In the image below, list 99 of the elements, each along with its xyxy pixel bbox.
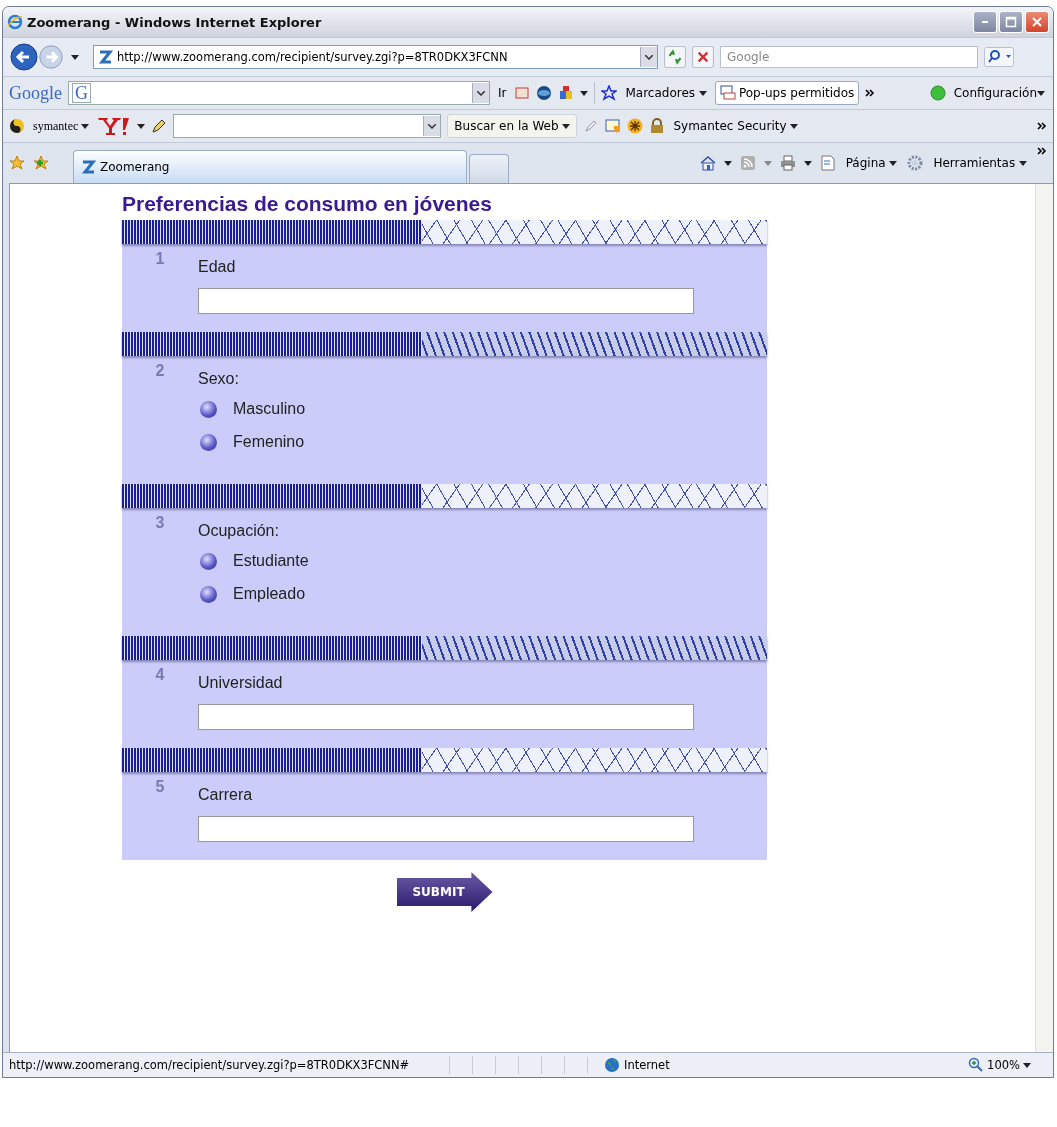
bug-icon[interactable] <box>627 118 644 134</box>
survey-title: Preferencias de consumo en jóvenes <box>122 192 493 216</box>
home-icon[interactable] <box>699 155 716 171</box>
caret-icon[interactable] <box>81 124 90 130</box>
pencil-icon[interactable] <box>151 118 168 134</box>
caret-icon[interactable] <box>889 161 898 166</box>
lock-icon <box>649 118 666 134</box>
symantec-security-menu[interactable]: Symantec Security <box>671 119 801 133</box>
dropdown-button[interactable] <box>472 83 489 103</box>
close-icon <box>1031 16 1043 28</box>
window-title: Zoomerang - Windows Internet Explorer <box>27 14 322 30</box>
page-icon[interactable] <box>819 155 836 171</box>
refresh-button[interactable] <box>664 46 686 68</box>
minimize-icon <box>982 21 988 23</box>
search-field[interactable]: Google <box>720 46 978 68</box>
favorites-star-icon[interactable] <box>9 155 25 171</box>
option-label[interactable]: Masculino <box>233 400 306 418</box>
star-icon <box>601 85 618 101</box>
status-url: http://www.zoomerang.com/recipient/survey.zgi?p=8TR0DKX3FCNN# <box>8 1058 411 1072</box>
radio-button[interactable] <box>200 400 217 418</box>
caret-icon[interactable] <box>723 160 732 166</box>
question-number: 3 <box>155 514 165 533</box>
globe-icon <box>604 1057 620 1073</box>
question-number: 1 <box>155 250 165 269</box>
go-button[interactable]: Ir <box>496 86 509 100</box>
submit-button[interactable]: SUBMIT <box>396 872 493 912</box>
settings-menu[interactable]: Configuración <box>951 86 1047 100</box>
question-label: Ocupación: <box>198 522 280 540</box>
browser-logo-icon <box>7 14 23 30</box>
puzzle-icon[interactable] <box>558 85 575 101</box>
browser-tab[interactable]: Zoomerang <box>73 150 467 183</box>
scrollbar[interactable] <box>1035 184 1053 1052</box>
maximize-button[interactable] <box>999 11 1023 33</box>
answer-field[interactable] <box>198 288 694 314</box>
web-search-button[interactable]: Buscar en la Web <box>447 114 578 138</box>
symantec-menu[interactable]: symantec <box>31 118 92 134</box>
yahoo-logo-icon[interactable] <box>97 116 132 136</box>
caret-icon[interactable] <box>137 123 146 129</box>
radio-button[interactable] <box>200 433 217 451</box>
site-icon <box>80 159 96 175</box>
close-button[interactable] <box>1025 11 1049 33</box>
answer-field[interactable] <box>198 816 694 842</box>
caret-icon[interactable] <box>790 124 799 129</box>
dropdown-button[interactable] <box>640 47 657 67</box>
magnifier-icon <box>968 1057 985 1073</box>
chevron-icon[interactable] <box>1037 122 1047 130</box>
yahoo-search-field[interactable] <box>173 114 442 138</box>
popups-button[interactable]: Pop-ups permitidos <box>714 81 860 105</box>
site-icon <box>97 49 113 65</box>
stop-button[interactable] <box>692 46 714 68</box>
caret-icon[interactable] <box>580 90 589 96</box>
option-label[interactable]: Empleado <box>233 585 306 603</box>
bookmarks-menu[interactable]: Marcadores <box>623 86 709 100</box>
caret-icon[interactable] <box>1037 91 1045 96</box>
caret-icon[interactable] <box>562 124 571 129</box>
zoom-button[interactable]: 100% <box>968 1057 1053 1073</box>
globe-icon[interactable] <box>536 85 553 101</box>
answer-field[interactable] <box>198 704 694 730</box>
question-label: Sexo: <box>198 370 240 388</box>
dropdown-button[interactable] <box>423 116 441 136</box>
tab-title: Zoomerang <box>100 160 170 174</box>
caret-icon[interactable] <box>1019 161 1027 166</box>
search-button[interactable] <box>984 46 1014 68</box>
back-button[interactable] <box>9 42 39 72</box>
status-dot-icon <box>929 85 946 101</box>
security-zone: Internet <box>624 1058 670 1072</box>
popup-windows-icon <box>719 85 736 101</box>
question-number: 2 <box>155 362 165 381</box>
chevron-icon[interactable] <box>1037 147 1047 155</box>
caret-icon[interactable] <box>803 160 812 166</box>
printer-icon[interactable] <box>779 155 796 171</box>
chevron-icon[interactable] <box>865 89 876 97</box>
question-label: Universidad <box>198 674 284 692</box>
radio-button[interactable] <box>200 552 217 570</box>
option-label[interactable]: Estudiante <box>233 552 309 570</box>
google-search-field[interactable]: G <box>68 81 490 105</box>
address-field[interactable]: http://www.zoomerang.com/recipient/survey.zgi?p=8TR0DKX3FCNN <box>93 45 658 69</box>
radio-button[interactable] <box>200 585 217 603</box>
question-number: 5 <box>155 778 165 797</box>
minimize-button[interactable] <box>973 11 997 33</box>
caret-icon[interactable] <box>698 91 707 96</box>
address-url: http://www.zoomerang.com/recipient/survey.zgi?p=8TR0DKX3FCNN <box>117 50 509 64</box>
question-number: 4 <box>155 666 165 685</box>
gear-icon[interactable] <box>907 155 924 171</box>
add-favorite-icon[interactable] <box>33 155 49 171</box>
caret-icon[interactable] <box>1023 1062 1031 1068</box>
g-menu-button[interactable]: G <box>72 83 91 103</box>
question-label: Carrera <box>198 786 254 804</box>
caret-icon[interactable] <box>71 54 79 60</box>
page-menu[interactable]: Página <box>843 156 900 170</box>
maximize-icon <box>1005 16 1017 28</box>
question-label: Edad <box>198 258 237 276</box>
chevron-down-icon <box>645 54 653 60</box>
tools-menu[interactable]: Herramientas <box>931 156 1029 170</box>
symantec-logo-icon <box>9 118 25 134</box>
google-logo: Google <box>9 82 62 104</box>
option-label[interactable]: Femenino <box>233 433 305 451</box>
chevron-down-icon <box>428 123 437 129</box>
chevron-down-icon <box>477 90 485 96</box>
